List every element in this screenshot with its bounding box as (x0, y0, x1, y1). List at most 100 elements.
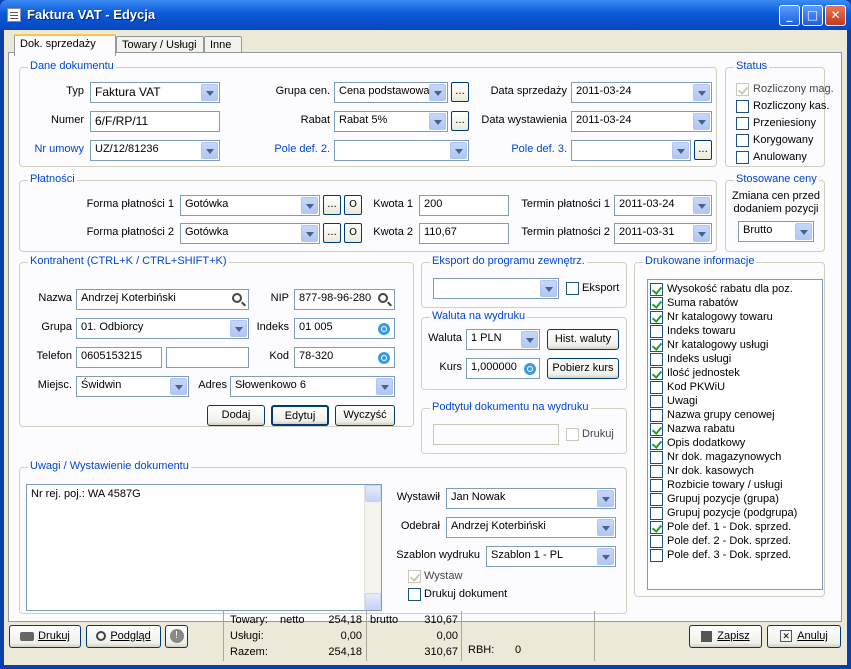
chevron-down-icon[interactable] (201, 142, 218, 159)
forma-2-more-button[interactable]: ... (323, 223, 341, 243)
chevron-down-icon[interactable] (693, 113, 710, 130)
chevron-down-icon[interactable] (795, 223, 812, 240)
uwagi-scrollbar[interactable] (364, 485, 381, 610)
hist-waluty-button[interactable]: Hist. waluty (547, 329, 619, 350)
kwota-1-input[interactable]: 200 (419, 195, 509, 216)
link-pole-def-2[interactable]: Pole def. 2. (260, 143, 330, 155)
wystawil-select[interactable]: Jan Nowak (446, 488, 616, 509)
chevron-down-icon[interactable] (170, 378, 187, 395)
chevron-down-icon[interactable] (521, 331, 538, 348)
drukowane-checkbox[interactable] (650, 353, 663, 366)
grupa-cen-select[interactable]: Cena podstawowa (334, 82, 448, 103)
chevron-down-icon[interactable] (301, 197, 318, 214)
checkbox-eksport[interactable] (566, 282, 579, 295)
nr-umowy-select[interactable]: UZ/12/81236 (90, 140, 220, 161)
kod-input[interactable]: 78-320 (294, 347, 395, 368)
refresh-icon[interactable] (378, 352, 390, 364)
rabat-more-button[interactable]: ... (451, 111, 469, 131)
termin-platnosci-2-picker[interactable]: 2011-03-31 (614, 223, 712, 244)
drukowane-checkbox[interactable] (650, 367, 663, 380)
telefon-input[interactable]: 0605153215 (76, 347, 162, 368)
nip-input[interactable]: 877-98-96-280 (294, 289, 395, 310)
checkbox-przeniesiony[interactable] (736, 117, 749, 130)
search-icon[interactable] (378, 293, 388, 303)
szablon-wydruku-select[interactable]: Szablon 1 - PL (486, 546, 616, 567)
refresh-icon[interactable] (378, 323, 390, 335)
drukowane-checkbox[interactable] (650, 451, 663, 464)
chevron-down-icon[interactable] (230, 320, 247, 337)
drukowane-checkbox[interactable] (650, 395, 663, 408)
drukowane-checkbox[interactable] (650, 409, 663, 422)
adres-select[interactable]: Słowenkowo 6 (230, 376, 395, 397)
info-button[interactable]: ! (165, 625, 188, 648)
drukowane-checkbox[interactable] (650, 493, 663, 506)
pole-def-2-select[interactable] (334, 140, 469, 161)
drukowane-checkbox[interactable] (650, 297, 663, 310)
chevron-down-icon[interactable] (597, 548, 614, 565)
chevron-down-icon[interactable] (301, 225, 318, 242)
minimize-button[interactable]: _ (779, 5, 800, 26)
chevron-down-icon[interactable] (693, 197, 710, 214)
drukowane-checkbox[interactable] (650, 535, 663, 548)
indeks-input[interactable]: 01 005 (294, 318, 395, 339)
telefon-2-input[interactable] (166, 347, 249, 368)
maximize-button[interactable]: □ (802, 5, 823, 26)
chevron-down-icon[interactable] (597, 490, 614, 507)
data-wystawienia-picker[interactable]: 2011-03-24 (571, 111, 712, 132)
checkbox-rozliczony-mag[interactable] (736, 83, 749, 96)
kwota-2-input[interactable]: 110,67 (419, 223, 509, 244)
zapisz-button[interactable]: Zapisz (689, 625, 762, 648)
chevron-down-icon[interactable] (429, 84, 446, 101)
tab-dok-sprzedazy[interactable]: Dok. sprzedaży (14, 34, 116, 56)
pole-def-3-more-button[interactable]: ... (694, 140, 712, 160)
data-sprzedazy-picker[interactable]: 2011-03-24 (571, 82, 712, 103)
link-pole-def-3[interactable]: Pole def. 3. (475, 143, 567, 155)
checkbox-drukuj-podtytul[interactable] (566, 428, 579, 441)
pobierz-kurs-button[interactable]: Pobierz kurs (547, 358, 619, 379)
grupa-select[interactable]: 01. Odbiorcy (76, 318, 249, 339)
dodaj-button[interactable]: Dodaj (207, 405, 265, 426)
forma-2-o-button[interactable]: O (344, 223, 362, 243)
waluta-select[interactable]: 1 PLN (466, 329, 540, 350)
podtytul-input[interactable] (433, 424, 559, 445)
close-button[interactable]: ✕ (825, 5, 846, 26)
grupa-cen-more-button[interactable]: ... (451, 82, 469, 102)
refresh-icon[interactable] (524, 363, 536, 375)
nazwa-input[interactable]: Andrzej Koterbiński (76, 289, 249, 310)
drukowane-checkbox[interactable] (650, 437, 663, 450)
stosowane-ceny-select[interactable]: Brutto (738, 221, 814, 242)
odebral-select[interactable]: Andrzej Koterbiński (446, 517, 616, 538)
chevron-down-icon[interactable] (540, 280, 557, 297)
drukowane-checkbox[interactable] (650, 311, 663, 324)
forma-platnosci-2-select[interactable]: Gotówka (180, 223, 320, 244)
checkbox-rozliczony-kas[interactable] (736, 100, 749, 113)
rabat-select[interactable]: Rabat 5% (334, 111, 448, 132)
chevron-down-icon[interactable] (201, 84, 218, 101)
kurs-input[interactable]: 1,000000 (466, 358, 540, 379)
edytuj-button[interactable]: Edytuj (271, 405, 329, 426)
anuluj-button[interactable]: ✕ Anuluj (767, 625, 841, 648)
drukowane-checkbox[interactable] (650, 339, 663, 352)
typ-select[interactable]: Faktura VAT (90, 82, 220, 103)
checkbox-drukuj-dokument[interactable] (408, 588, 421, 601)
link-nr-umowy[interactable]: Nr umowy (30, 143, 84, 155)
forma-1-more-button[interactable]: ... (323, 195, 341, 215)
chevron-down-icon[interactable] (450, 142, 467, 159)
chevron-down-icon[interactable] (693, 225, 710, 242)
checkbox-korygowany[interactable] (736, 134, 749, 147)
drukowane-checkbox[interactable] (650, 381, 663, 394)
chevron-down-icon[interactable] (672, 142, 689, 159)
title-bar[interactable]: Faktura VAT - Edycja _ □ ✕ (0, 0, 851, 30)
eksport-select[interactable] (433, 278, 559, 299)
checkbox-wystaw[interactable] (408, 570, 421, 583)
drukowane-checkbox[interactable] (650, 283, 663, 296)
drukowane-checkbox[interactable] (650, 423, 663, 436)
drukowane-checkbox[interactable] (650, 479, 663, 492)
numer-input[interactable]: 6/F/RP/11 (90, 111, 220, 132)
podglad-button[interactable]: Podgląd (86, 625, 161, 648)
search-icon[interactable] (232, 293, 242, 303)
chevron-down-icon[interactable] (376, 378, 393, 395)
scroll-up-arrow[interactable] (365, 485, 381, 502)
chevron-down-icon[interactable] (693, 84, 710, 101)
forma-1-o-button[interactable]: O (344, 195, 362, 215)
